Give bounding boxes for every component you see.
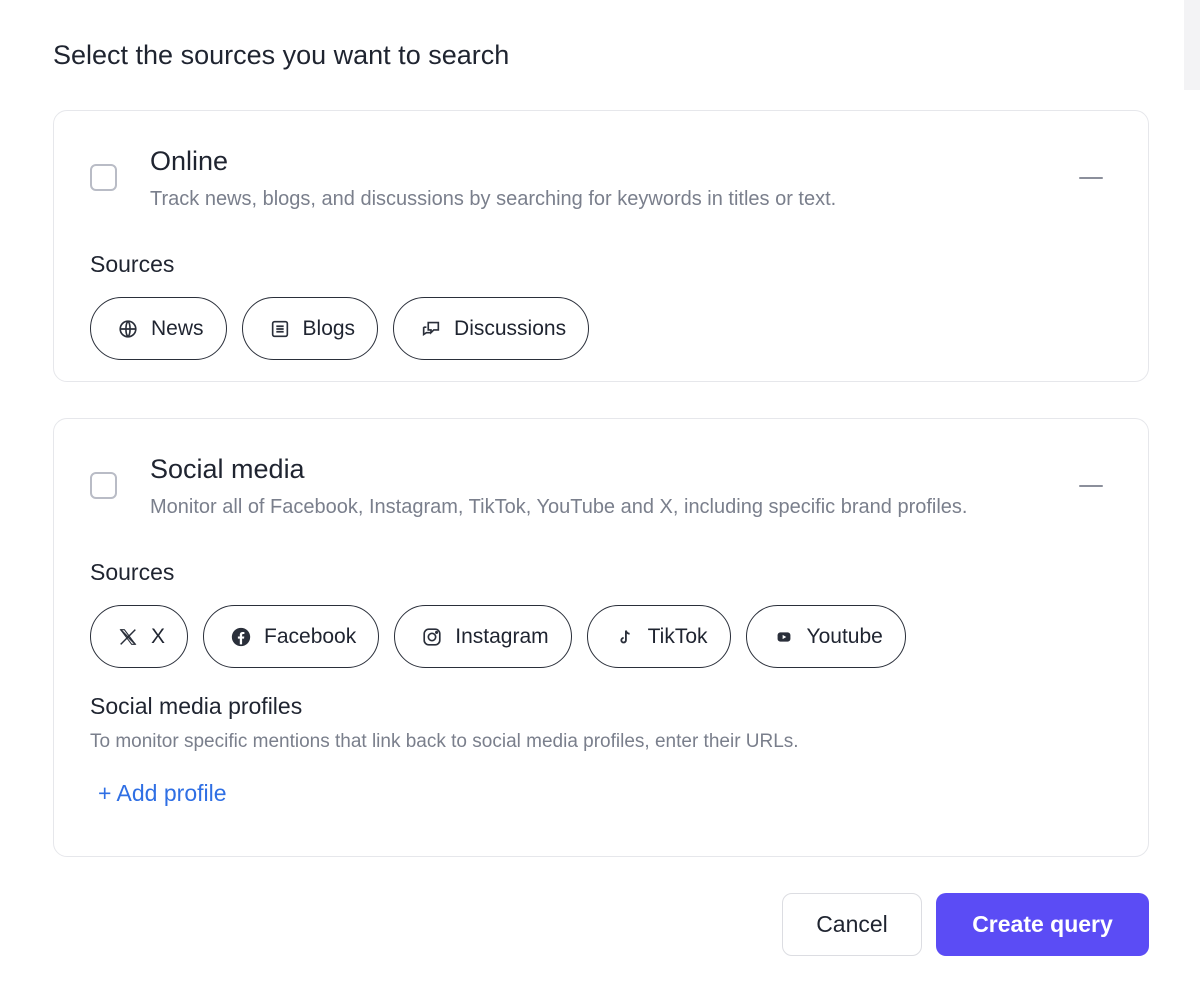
globe-icon: [119, 319, 137, 338]
chip-instagram[interactable]: Instagram: [394, 605, 572, 668]
online-sources-label: Sources: [90, 251, 175, 277]
collapse-icon[interactable]: [1078, 165, 1104, 191]
chip-label: News: [151, 316, 204, 340]
add-profile-button[interactable]: + Add profile: [98, 780, 227, 807]
blog-icon: [271, 320, 288, 337]
sources-page: Select the sources you want to search On…: [0, 0, 1200, 1005]
social-checkbox[interactable]: [90, 472, 117, 499]
profiles-description: To monitor specific mentions that link b…: [90, 731, 799, 752]
collapse-icon[interactable]: [1078, 473, 1104, 499]
scrollbar[interactable]: [1184, 0, 1200, 90]
chip-tiktok[interactable]: TikTok: [586, 605, 731, 668]
social-card: Social media Monitor all of Facebook, In…: [53, 418, 1149, 857]
chip-x[interactable]: X: [90, 605, 189, 668]
tiktok-icon: [620, 629, 630, 643]
online-source-chips: News Blogs Discussions: [90, 297, 590, 360]
chip-news[interactable]: News: [90, 297, 227, 360]
chip-label: Youtube: [806, 624, 883, 648]
instagram-icon: [423, 627, 441, 646]
create-query-button[interactable]: Create query: [936, 893, 1149, 956]
cancel-button[interactable]: Cancel: [782, 893, 922, 956]
profiles-title: Social media profiles: [90, 693, 303, 719]
chip-blogs[interactable]: Blogs: [241, 297, 379, 360]
page-title: Select the sources you want to search: [53, 40, 510, 70]
social-sources-label: Sources: [90, 559, 175, 585]
chip-label: Discussions: [454, 316, 567, 340]
online-card: Online Track news, blogs, and discussion…: [53, 110, 1149, 382]
chip-discussions[interactable]: Discussions: [393, 297, 590, 360]
chip-facebook[interactable]: Facebook: [203, 605, 380, 668]
social-title: Social media: [150, 454, 305, 484]
online-title: Online: [150, 146, 229, 176]
x-logo-icon: [119, 628, 137, 645]
discussion-icon: [422, 321, 440, 336]
online-checkbox[interactable]: [90, 164, 117, 191]
chip-label: TikTok: [647, 624, 708, 648]
chip-youtube[interactable]: Youtube: [745, 605, 906, 668]
youtube-icon: [777, 631, 790, 642]
social-source-chips: X Facebook Instagram TikTok Youtube: [90, 605, 906, 668]
chip-label: X: [151, 624, 166, 648]
chip-label: Facebook: [264, 624, 357, 648]
social-description: Monitor all of Facebook, Instagram, TikT…: [150, 496, 968, 518]
chip-label: Instagram: [455, 624, 549, 648]
facebook-icon: [231, 627, 251, 646]
online-description: Track news, blogs, and discussions by se…: [150, 188, 837, 210]
chip-label: Blogs: [302, 316, 356, 340]
